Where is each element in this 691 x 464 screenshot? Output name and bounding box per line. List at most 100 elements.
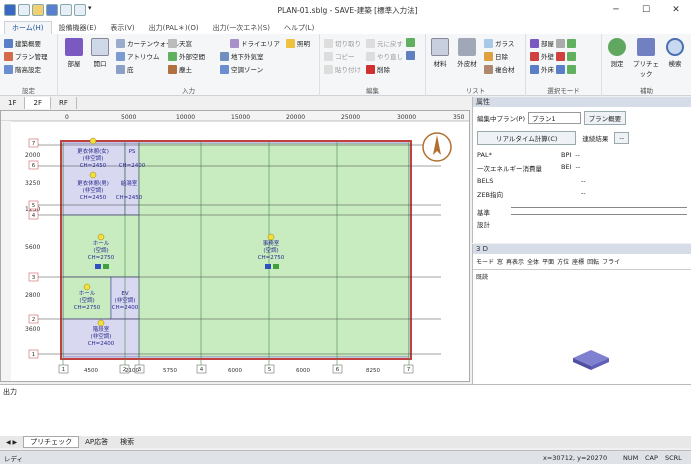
plan-overview-button[interactable]: プラン概要 bbox=[583, 111, 627, 125]
tab-help[interactable]: ヘルプ(L) bbox=[277, 22, 321, 34]
composite-button[interactable]: 複合材 bbox=[484, 64, 515, 74]
minimize-button[interactable]: ─ bbox=[601, 5, 631, 15]
room-button[interactable]: 部屋 bbox=[62, 38, 86, 68]
edit-extra-icon-2[interactable] bbox=[406, 51, 415, 60]
new-icon[interactable] bbox=[18, 4, 30, 16]
group-label: 編集 bbox=[366, 87, 379, 95]
3d-rotate-button[interactable]: 回転 bbox=[587, 257, 599, 266]
room-ch: CH=2450 bbox=[80, 195, 107, 201]
envelope-material-button[interactable]: 外皮材 bbox=[454, 38, 480, 68]
row-dim: 5600 bbox=[25, 244, 40, 251]
calc-result-box: -- bbox=[614, 132, 630, 144]
material-button[interactable]: 材料 bbox=[428, 38, 452, 68]
3d-mode-button[interactable]: モード bbox=[476, 257, 494, 266]
tab-output-pal[interactable]: 出力(PAL＊)(O) bbox=[142, 22, 206, 34]
floor-height-button[interactable]: 階高設定 bbox=[4, 64, 41, 74]
sheet-tab-search[interactable]: 検索 bbox=[114, 437, 140, 447]
eaves-button[interactable]: 庇 bbox=[116, 64, 134, 74]
precheck-button[interactable]: プリチェック bbox=[630, 38, 662, 78]
atrium-button[interactable]: アトリウム bbox=[116, 51, 160, 61]
3d-model-view[interactable] bbox=[571, 348, 611, 372]
paste-icon bbox=[324, 64, 333, 74]
atrium-icon bbox=[116, 51, 125, 61]
delete-button[interactable]: 削除 bbox=[366, 64, 390, 74]
plan-manage-button[interactable]: プラン管理 bbox=[4, 51, 48, 61]
lighting-button[interactable]: 照明 bbox=[286, 38, 310, 48]
3d-fit-button[interactable]: 全体 bbox=[527, 257, 539, 266]
room-ch: CH=2400 bbox=[112, 305, 139, 311]
paste-button[interactable]: 貼り付け bbox=[324, 64, 361, 74]
room-ch: CH=2400 bbox=[88, 341, 115, 347]
3d-coords-button[interactable]: 座標 bbox=[572, 257, 584, 266]
room-ch: CH=2750 bbox=[88, 255, 115, 261]
room-use: (非空調) bbox=[91, 332, 112, 340]
copy-button[interactable]: コピー bbox=[324, 51, 355, 61]
app-icon[interactable] bbox=[4, 4, 16, 16]
room-marker-icon[interactable] bbox=[97, 233, 105, 241]
redo-icon[interactable] bbox=[74, 4, 86, 16]
cut-button[interactable]: 切り取り bbox=[324, 38, 361, 48]
skylight-button[interactable]: 天窓 bbox=[168, 38, 192, 48]
skylight-icon bbox=[168, 38, 177, 48]
hvac-zone-button[interactable]: 空調ゾーン bbox=[220, 64, 263, 74]
measure-button[interactable]: 測定 bbox=[604, 38, 630, 68]
tab-output-energy[interactable]: 出力(一次エネ)(S) bbox=[206, 22, 277, 34]
3d-plan-button[interactable]: 平面 bbox=[542, 257, 554, 266]
shade-icon bbox=[484, 51, 493, 61]
3d-window-button[interactable]: 窓 bbox=[497, 257, 503, 266]
undo-icon[interactable] bbox=[60, 4, 72, 16]
sheet-tab-precheck[interactable]: プリチェック bbox=[23, 436, 80, 448]
precheck-icon bbox=[637, 38, 655, 56]
col-number: 7 bbox=[407, 367, 411, 373]
shading-button[interactable]: 日除 bbox=[484, 51, 508, 61]
save-icon[interactable] bbox=[46, 4, 58, 16]
room-marker-icon[interactable] bbox=[89, 137, 97, 145]
sheet-tab-ap[interactable]: AP応答 bbox=[79, 437, 114, 447]
room-marker-icon[interactable] bbox=[267, 233, 275, 241]
maximize-button[interactable]: ☐ bbox=[631, 5, 661, 15]
soil-icon bbox=[168, 64, 177, 74]
glass-button[interactable]: ガラス bbox=[484, 38, 514, 48]
floor-tab-1f[interactable]: 1F bbox=[0, 97, 26, 109]
room-select-icon bbox=[530, 38, 539, 48]
redo-button[interactable]: やり直し bbox=[366, 51, 403, 61]
tab-view[interactable]: 表示(V) bbox=[103, 22, 141, 34]
room-marker-icon[interactable] bbox=[97, 319, 105, 327]
col-dim: 8250 bbox=[366, 368, 380, 374]
building-overview-button[interactable]: 建築概要 bbox=[4, 38, 41, 48]
zeb-value: -- bbox=[581, 189, 586, 197]
plan-drawing[interactable]: 0 5000 10000 15000 20000 25000 30000 350… bbox=[1, 111, 469, 381]
3d-fly-button[interactable]: フライ bbox=[602, 257, 620, 266]
undo-button[interactable]: 元に戻す bbox=[366, 38, 403, 48]
col-number: 4 bbox=[200, 367, 204, 373]
floor-tab-rf[interactable]: RF bbox=[51, 97, 77, 109]
select-room-button[interactable]: 部屋 bbox=[530, 38, 576, 48]
select-wall-button[interactable]: 外壁 bbox=[530, 51, 576, 61]
num-indicator: NUM bbox=[623, 453, 639, 462]
3d-refresh-button[interactable]: 再表示 bbox=[506, 257, 524, 266]
room-marker-icon[interactable] bbox=[89, 171, 97, 179]
search-button[interactable]: 検索 bbox=[662, 38, 688, 68]
select-floor-button[interactable]: 外床 bbox=[530, 64, 576, 74]
soil-button[interactable]: 塵土 bbox=[168, 64, 192, 74]
3d-bearing-button[interactable]: 方位 bbox=[557, 257, 569, 266]
pal-label: PAL* bbox=[477, 151, 492, 159]
basement-room-button[interactable]: 地下外気室 bbox=[220, 51, 264, 61]
opening-button[interactable]: 開口 bbox=[88, 38, 112, 68]
standard-table bbox=[511, 207, 687, 215]
floor-tab-2f[interactable]: 2F bbox=[25, 97, 51, 109]
plan-select[interactable]: プラン1 bbox=[528, 112, 581, 124]
realtime-calc-button[interactable]: リアルタイム計算(C) bbox=[477, 131, 577, 145]
dry-area-button[interactable]: ドライエリア bbox=[230, 38, 280, 48]
tab-equipment[interactable]: 設備機器(E) bbox=[52, 22, 104, 34]
3d-caption: 既読 bbox=[476, 274, 489, 281]
row-number: 5 bbox=[32, 203, 36, 209]
tab-home[interactable]: ホーム(H) bbox=[4, 21, 52, 34]
plan-canvas[interactable]: 0 5000 10000 15000 20000 25000 30000 350… bbox=[0, 110, 470, 382]
edit-extra-icon[interactable] bbox=[406, 38, 415, 47]
outdoor-space-button[interactable]: 外部空間 bbox=[168, 51, 205, 61]
close-button[interactable]: ✕ bbox=[661, 5, 691, 15]
open-icon[interactable] bbox=[32, 4, 44, 16]
sheet-nav-icon[interactable]: ◀ ▶ bbox=[6, 439, 17, 446]
room-marker-icon[interactable] bbox=[83, 283, 91, 291]
